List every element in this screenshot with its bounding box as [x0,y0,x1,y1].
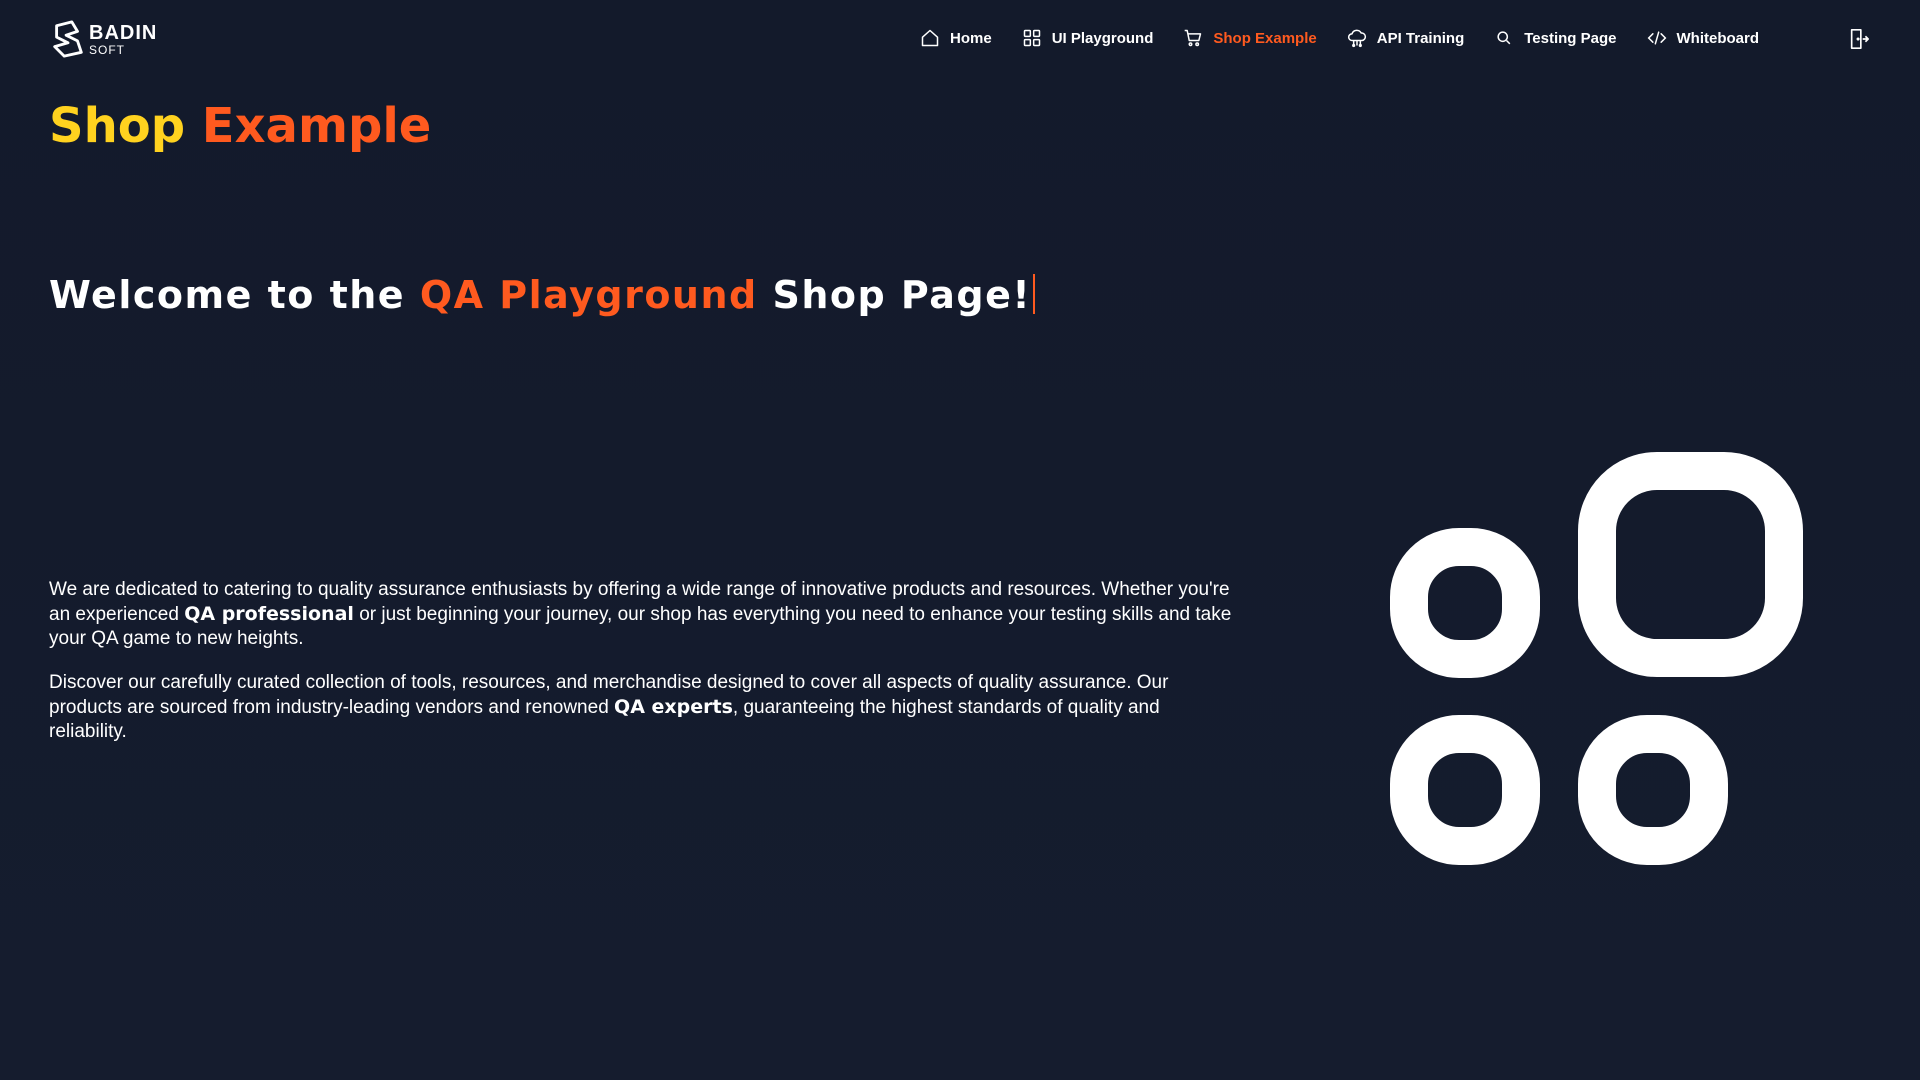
apps-grid-icon [1390,452,1803,865]
nav-testing-page[interactable]: Testing Page [1494,28,1617,48]
cloud-network-icon [1347,29,1366,48]
nav-api-training-label: API Training [1376,29,1465,47]
nav-ui-playground[interactable]: UI Playground [1022,28,1154,48]
logo-text: BADIN SOFT [89,23,157,56]
p1-bold: QA professional [184,603,354,625]
nav-home[interactable]: Home [920,28,992,48]
page: BADIN SOFT Home UI Playground Shop Examp… [0,0,1920,1080]
nav-testing-page-label: Testing Page [1524,29,1617,47]
grid-icon [1023,29,1040,47]
p2-bold: QA experts [614,696,733,718]
logo[interactable]: BADIN SOFT [49,20,157,58]
nav-home-label: Home [950,29,992,47]
welcome-highlight: QA Playground [419,273,758,317]
typing-caret [1033,274,1036,314]
description-paragraph-2: Discover our carefully curated collectio… [49,671,1239,744]
welcome-heading: Welcome to the QA Playground Shop Page! [49,273,1036,317]
badin-logo-icon [53,20,83,58]
nav-api-training[interactable]: API Training [1347,28,1465,48]
welcome-before: Welcome to the [49,273,420,317]
page-title-word1: Shop [49,98,186,154]
main-nav: Home UI Playground Shop Example API Trai… [920,28,1789,48]
logo-line1: BADIN [89,21,158,44]
nav-shop-example[interactable]: Shop Example [1183,28,1317,48]
nav-ui-playground-label: UI Playground [1051,29,1154,47]
home-icon [921,29,939,47]
nav-shop-example-label: Shop Example [1213,29,1317,47]
search-icon [1497,31,1511,45]
nav-whiteboard-label: Whiteboard [1676,29,1760,47]
welcome-after: Shop Page! [757,273,1032,317]
description-paragraph-1: We are dedicated to catering to quality … [49,578,1239,651]
page-title-word2: Example [201,98,432,154]
cart-icon [1185,29,1202,47]
nav-whiteboard[interactable]: Whiteboard [1647,28,1760,48]
shop-description: We are dedicated to catering to quality … [49,578,1239,764]
page-title: Shop Example [49,98,431,154]
header: BADIN SOFT Home UI Playground Shop Examp… [0,0,1920,80]
logout-icon[interactable] [1848,28,1870,50]
code-icon [1647,31,1666,45]
logo-line2: SOFT [89,42,125,57]
